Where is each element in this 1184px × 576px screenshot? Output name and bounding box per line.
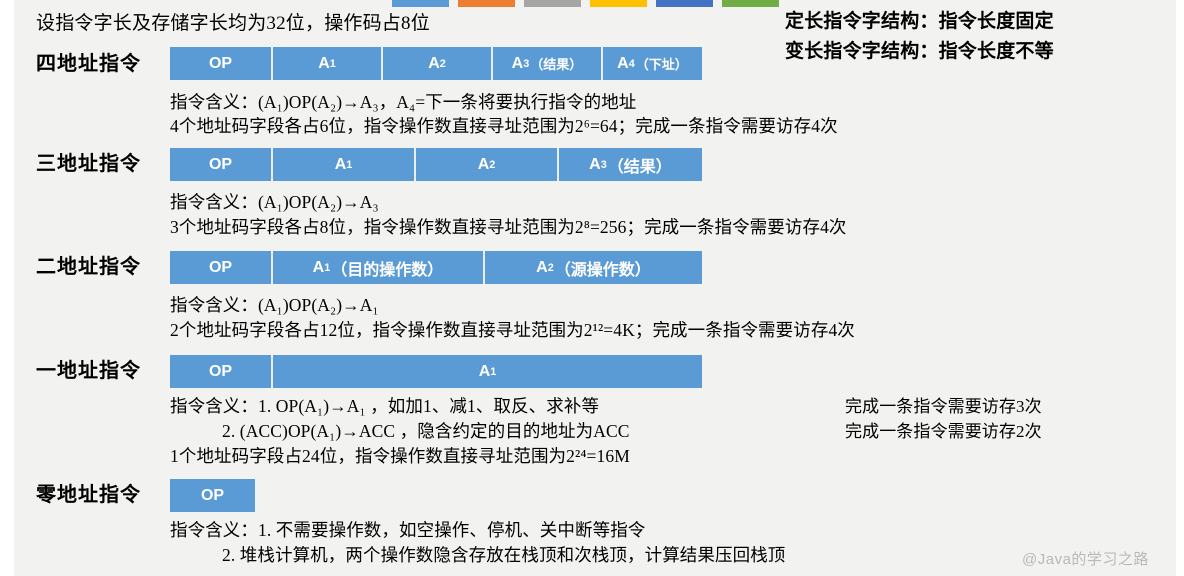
side-note-three-memory-access: 完成一条指令需要访存3次 — [845, 397, 1042, 416]
right-note-fixed-length: 定长指令字结构：指令长度固定 — [785, 11, 1054, 32]
theme-color-swatches — [392, 0, 779, 7]
row-three-address-line-2: 3个地址码字段各占8位，指令操作数直接寻址范围为2⁸=256；完成一条指令需要访… — [170, 217, 847, 237]
instruction-bar-two-address: OP A 1 （目的操作数） A 2 （源操作数） — [170, 251, 702, 284]
field-a3-result: A 3 （结果） — [589, 155, 672, 176]
field-op: OP — [170, 47, 273, 80]
instruction-bar-one-address: OP A1 — [170, 355, 702, 388]
row-zero-address-line-2: 2. 堆栈计算机，两个操作数隐含存放在栈顶和次栈顶，计算结果压回栈顶 — [222, 545, 786, 565]
instruction-bar-zero-address: OP — [170, 479, 255, 512]
side-note-two-memory-access: 完成一条指令需要访存2次 — [845, 422, 1042, 441]
field-a1: A1 — [273, 47, 383, 80]
row-three-address-line-1: 指令含义：(A₁)OP(A₂)→A₃ — [170, 192, 379, 212]
row-one-address-line-1: 指令含义：1. OP(A₁)→A₁ ，如加1、减1、取反、求补等 — [170, 396, 600, 416]
header-note: 设指令字长及存储字长均为32位，操作码占8位 — [36, 13, 430, 34]
row-zero-address-line-1: 指令含义：1. 不需要操作数，如空操作、停机、关中断等指令 — [170, 520, 646, 540]
swatch-blue — [392, 0, 449, 7]
swatch-green — [722, 0, 779, 7]
row-one-address-line-2: 2. (ACC)OP(A₁)→ACC ，隐含约定的目的地址为ACC — [222, 421, 630, 441]
field-a2: A2 — [383, 47, 493, 80]
row-label-three-address: 三地址指令 — [36, 153, 141, 175]
row-four-address-line-1: 指令含义：(A₁)OP(A₂)→A₃，A₄=下一条将要执行指令的地址 — [170, 92, 637, 112]
row-one-address-line-3: 1个地址码字段占24位，指令操作数直接寻址范围为2²⁴=16M — [170, 446, 630, 466]
right-note-variable-length: 变长指令字结构：指令长度不等 — [785, 41, 1054, 62]
swatch-orange — [458, 0, 515, 7]
field-a1: A1 — [273, 148, 416, 181]
row-label-one-address: 一地址指令 — [36, 360, 141, 382]
field-a2: A2 — [416, 148, 559, 181]
row-four-address-line-2: 4个地址码字段各占6位，指令操作数直接寻址范围为2⁶=64；完成一条指令需要访存… — [170, 116, 838, 136]
field-op: OP — [200, 486, 225, 504]
left-margin — [0, 0, 14, 576]
field-a4-next-address: A 4 （下址） — [617, 54, 688, 73]
row-two-address-line-2: 2个地址码字段各占12位，指令操作数直接寻址范围为2¹²=4K；完成一条指令需要… — [170, 320, 855, 340]
row-two-address-line-1: 指令含义：(A₁)OP(A₂)→A₁ — [170, 295, 379, 315]
row-label-four-address: 四地址指令 — [36, 53, 141, 75]
swatch-gray — [524, 0, 581, 7]
slide-canvas: 设指令字长及存储字长均为32位，操作码占8位 定长指令字结构：指令长度固定 变长… — [0, 0, 1184, 576]
field-a1: A1 — [478, 362, 497, 380]
field-a3-result: A 3 （结果） — [493, 47, 603, 80]
field-a2-source-operand: A 2 （源操作数） — [536, 258, 651, 279]
instruction-bar-four-address: OP A1 A2 A 3 （结果） A 4 （下址） — [170, 47, 702, 80]
swatch-indigo — [656, 0, 713, 7]
watermark: @Java的学习之路 — [1022, 551, 1149, 568]
row-label-two-address: 二地址指令 — [36, 256, 141, 278]
field-op: OP — [170, 251, 273, 284]
field-op: OP — [170, 148, 273, 181]
right-margin — [1176, 0, 1184, 576]
field-op: OP — [170, 355, 273, 388]
swatch-yellow — [590, 0, 647, 7]
field-a1-destination-operand: A 1 （目的操作数） — [273, 251, 485, 284]
instruction-bar-three-address: OP A1 A2 A 3 （结果） — [170, 148, 702, 181]
row-label-zero-address: 零地址指令 — [36, 484, 141, 506]
